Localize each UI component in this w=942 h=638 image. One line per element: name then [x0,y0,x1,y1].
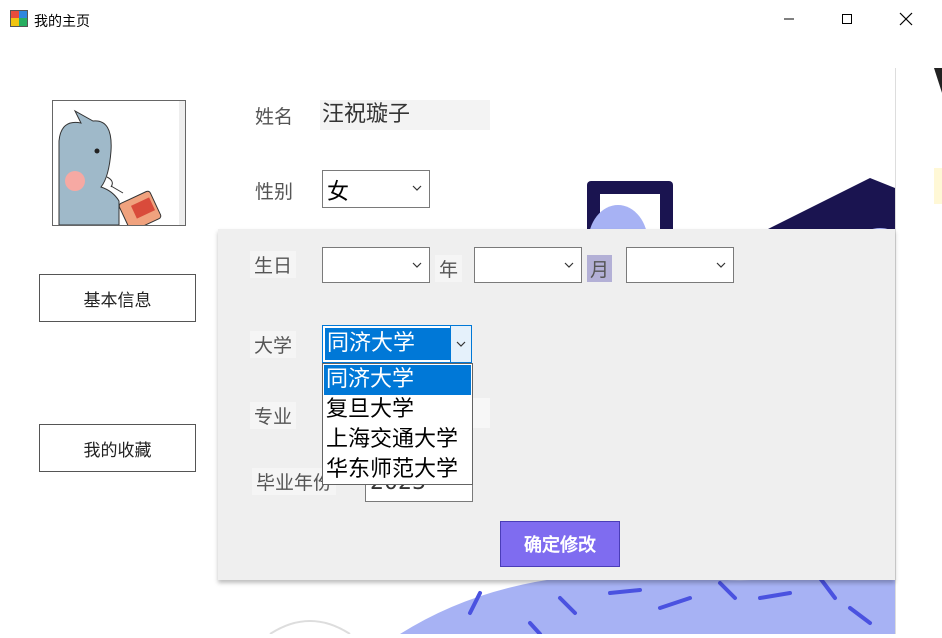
background-window-edge [896,68,942,634]
name-field[interactable]: 汪祝璇子 [320,100,490,130]
major-label: 专业 [250,402,297,429]
gender-value: 女 [327,180,350,205]
list-item[interactable]: 上海交通大学 [324,425,471,455]
avatar-illustration [58,101,185,232]
app-icon [10,10,28,27]
birth-month-select[interactable] [474,247,582,283]
window-title: 我的主页 [34,14,90,30]
chevron-down-icon [412,185,422,191]
maximize-button[interactable] [824,0,870,38]
university-dropdown-button[interactable] [450,326,471,362]
university-label: 大学 [250,331,297,358]
maximize-icon [842,14,852,24]
major-field[interactable] [470,398,490,428]
birth-year-select[interactable] [322,247,430,283]
university-select[interactable]: 同济大学 [322,325,472,363]
right-edge-panel [895,68,942,634]
chevron-down-icon [716,262,726,268]
university-selected-value: 同济大学 [325,328,451,360]
minimize-icon [784,18,794,20]
month-label: 月 [587,255,613,282]
birth-day-select[interactable] [626,247,734,283]
list-item[interactable]: 复旦大学 [324,395,471,425]
close-icon [899,12,913,26]
title-bar: 我的主页 [0,0,942,38]
gender-label: 性别 [255,181,294,203]
chevron-down-icon [412,262,422,268]
basic-info-button[interactable]: 基本信息 [39,274,196,322]
university-dropdown-list: 同济大学 复旦大学 上海交通大学 华东师范大学 [322,363,473,485]
avatar [52,100,186,232]
name-label: 姓名 [255,106,294,128]
close-button[interactable] [883,0,929,38]
year-label: 年 [435,255,463,282]
list-item[interactable]: 同济大学 [324,365,471,395]
confirm-button[interactable]: 确定修改 [500,521,620,567]
chevron-down-icon [564,262,574,268]
gender-select[interactable]: 女 [322,170,430,208]
chevron-down-icon [456,341,466,347]
list-item[interactable]: 华东师范大学 [324,455,471,485]
birthday-label: 生日 [250,251,297,278]
minimize-button[interactable] [766,0,812,38]
favorites-button[interactable]: 我的收藏 [39,424,196,472]
